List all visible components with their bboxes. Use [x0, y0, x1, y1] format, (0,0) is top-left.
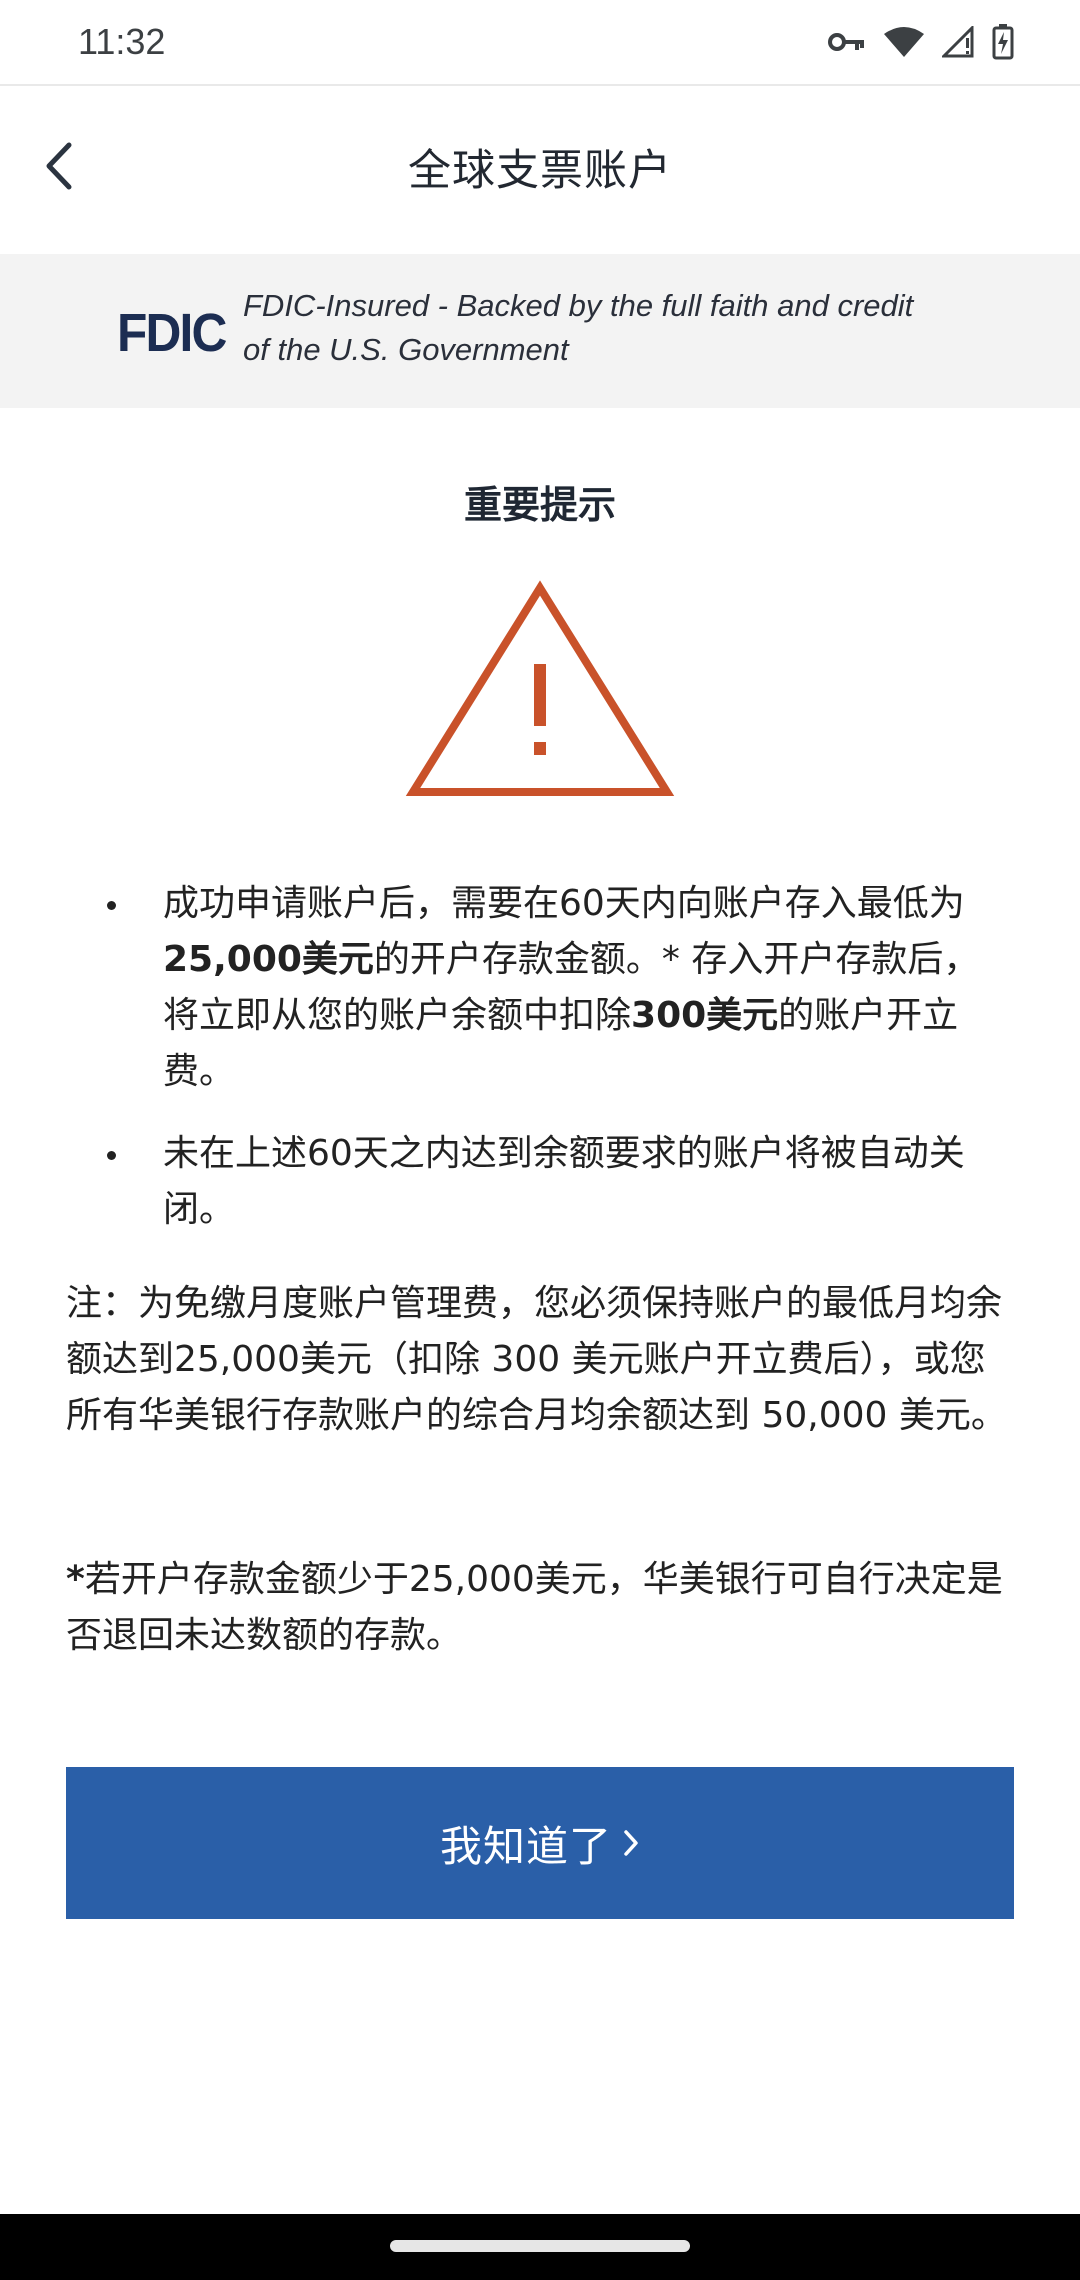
page-title: 全球支票账户 — [408, 146, 672, 196]
fdic-banner: FDIC FDIC-Insured - Backed by the full f… — [0, 254, 1080, 408]
bullet-item-closure: 未在上述60天之内达到余额要求的账户将被自动关闭。 — [105, 1126, 1005, 1238]
acknowledge-button[interactable]: 我知道了 — [66, 1767, 1014, 1919]
footnote-mark: * — [66, 1559, 85, 1600]
footnote-text: 若开户存款金额少于25,000美元，华美银行可自行决定是否退回未达数额的存款。 — [66, 1559, 1003, 1656]
notice-bullet-list: 成功申请账户后，需要在60天内向账户存入最低为25,000美元的开户存款金额。*… — [105, 876, 1005, 1264]
wifi-icon — [884, 26, 924, 58]
screen: 11:32 全球支票账户 FDIC FDIC-Insured - Backed … — [0, 0, 1080, 2280]
cellular-signal-icon — [942, 26, 974, 58]
status-bar: 11:32 — [0, 0, 1080, 84]
footnote: *若开户存款金额少于25,000美元，华美银行可自行决定是否退回未达数额的存款。 — [66, 1552, 1016, 1664]
system-nav-bar — [0, 2214, 1080, 2280]
fdic-logo: FDIC — [117, 303, 227, 363]
bullet-item-deposit: 成功申请账户后，需要在60天内向账户存入最低为25,000美元的开户存款金额。*… — [105, 876, 1005, 1100]
fdic-disclaimer: FDIC-Insured - Backed by the full faith … — [243, 288, 914, 367]
app-header: 全球支票账户 — [0, 84, 1080, 254]
acknowledge-button-label: 我知道了 — [439, 1821, 612, 1871]
warning-triangle-icon — [405, 580, 675, 802]
fee-note: 注：为免缴月度账户管理费，您必须保持账户的最低月均余额达到25,000美元（扣除… — [66, 1283, 1007, 1436]
bullet-text: 成功申请账户后，需要在60天内向账户存入最低为 — [163, 883, 965, 924]
bullet-bold-amount: 25,000美元 — [163, 939, 374, 980]
bullet-text: 未在上述60天之内达到余额要求的账户将被自动关闭。 — [163, 1133, 965, 1230]
status-time: 11:32 — [78, 21, 166, 62]
bullet-dot — [107, 901, 116, 910]
home-handle[interactable] — [390, 2240, 690, 2252]
vpn-key-icon — [828, 31, 866, 53]
status-icons — [828, 24, 1014, 60]
bullet-dot — [107, 1151, 116, 1160]
chevron-right-icon — [622, 1819, 640, 1868]
battery-charging-icon — [992, 24, 1014, 60]
notice-heading: 重要提示 — [463, 483, 616, 527]
bullet-bold-fee: 300美元 — [631, 995, 779, 1036]
